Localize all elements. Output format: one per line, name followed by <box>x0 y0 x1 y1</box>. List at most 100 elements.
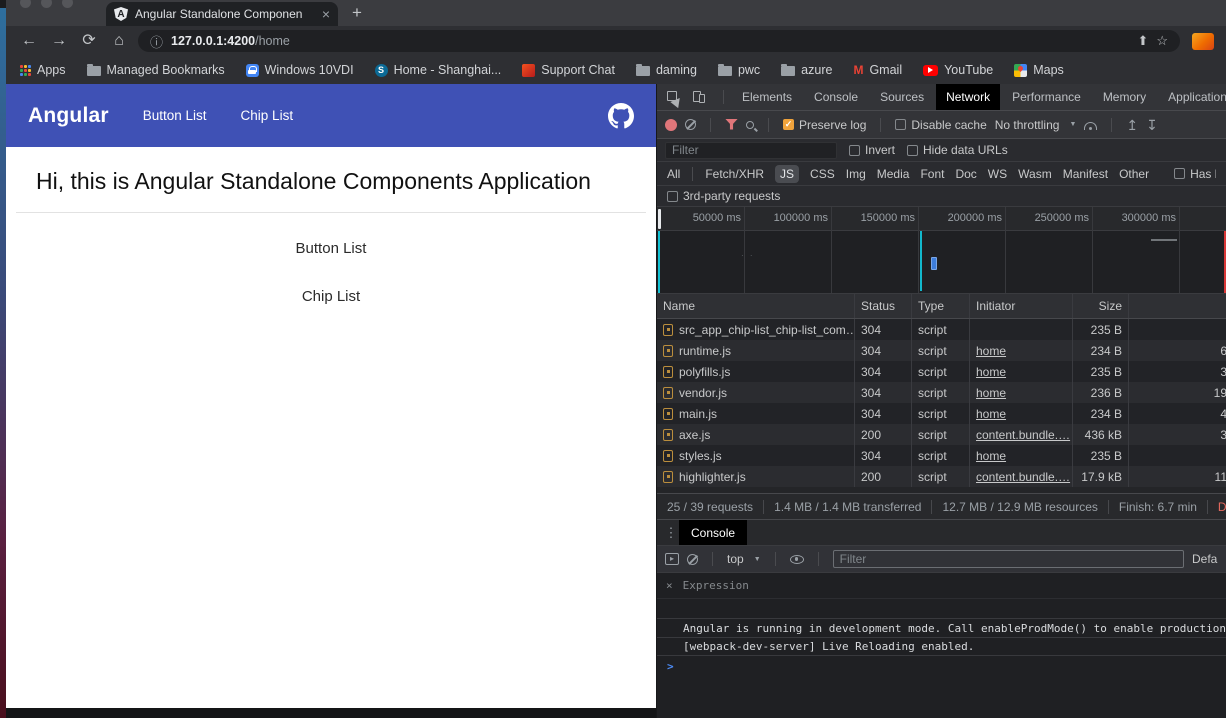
type-all[interactable]: All <box>667 167 680 181</box>
tab-console[interactable]: Console <box>804 84 868 110</box>
initiator-link[interactable]: home <box>976 386 1006 400</box>
tab-memory[interactable]: Memory <box>1093 84 1156 110</box>
device-toolbar-icon[interactable] <box>691 88 709 106</box>
timeline-drag-handle[interactable] <box>658 209 661 229</box>
type-fetch-xhr[interactable]: Fetch/XHR <box>705 167 764 181</box>
nav-chip-list[interactable]: Chip List <box>241 108 294 123</box>
table-row[interactable]: axe.js 200 script content.bundle.… 436 k… <box>657 424 1226 445</box>
initiator-link[interactable]: content.bundle.… <box>976 428 1070 442</box>
initiator-link[interactable]: home <box>976 365 1006 379</box>
table-row[interactable]: styles.js 304 script home 235 B 4 ms <box>657 445 1226 466</box>
back-icon[interactable]: ← <box>18 33 40 49</box>
preserve-log-checkbox[interactable]: ✓Preserve log <box>783 118 866 132</box>
search-icon[interactable] <box>746 121 754 129</box>
minimize-window-button[interactable] <box>41 0 52 8</box>
initiator-link[interactable]: home <box>976 449 1006 463</box>
console-sidebar-icon[interactable]: ▸ <box>665 553 679 565</box>
tab-network[interactable]: Network <box>936 84 1000 110</box>
column-size[interactable]: Size <box>1073 294 1129 318</box>
link-chip-list[interactable]: Chip List <box>6 288 656 305</box>
bookmark-daming[interactable]: daming <box>636 63 697 77</box>
has-blocked-cookies-checkbox[interactable]: Has blocked cookies <box>1174 167 1216 181</box>
bookmark-managed[interactable]: Managed Bookmarks <box>87 63 225 77</box>
export-har-icon[interactable]: ↧ <box>1146 118 1158 132</box>
clear-console-icon[interactable] <box>687 554 698 565</box>
type-js[interactable]: JS <box>775 165 799 183</box>
bookmark-youtube[interactable]: YouTube <box>923 63 993 77</box>
bookmark-apps[interactable]: Apps <box>20 63 66 77</box>
console-drawer-tab[interactable]: Console <box>679 520 747 545</box>
initiator-link[interactable]: home <box>976 407 1006 421</box>
column-time[interactable]: Time <box>1129 294 1226 318</box>
initiator-link[interactable]: content.bundle.… <box>976 470 1070 484</box>
disable-cache-checkbox[interactable]: Disable cache <box>895 118 986 132</box>
type-ws[interactable]: WS <box>988 167 1007 181</box>
table-row[interactable]: src_app_chip-list_chip-list_com… 304 scr… <box>657 319 1226 340</box>
type-other[interactable]: Other <box>1119 167 1149 181</box>
maximize-window-button[interactable] <box>62 0 73 8</box>
site-info-icon[interactable]: ⓘ <box>150 32 163 51</box>
log-levels-select[interactable]: Default levels <box>1192 552 1218 566</box>
github-icon[interactable] <box>608 103 634 129</box>
tab-close-icon[interactable]: × <box>322 6 330 22</box>
record-icon[interactable] <box>665 119 677 131</box>
type-media[interactable]: Media <box>877 167 910 181</box>
browser-tab[interactable]: A Angular Standalone Componen × <box>106 2 338 26</box>
table-row[interactable]: polyfills.js 304 script home 235 B 33 ms <box>657 361 1226 382</box>
tab-performance[interactable]: Performance <box>1002 84 1091 110</box>
column-status[interactable]: Status <box>855 294 912 318</box>
network-conditions-icon[interactable] <box>1084 122 1097 130</box>
bookmark-support-chat[interactable]: Support Chat <box>522 63 615 77</box>
live-expression-eye-icon[interactable] <box>790 555 804 564</box>
bookmark-windows-10vdi[interactable]: Windows 10VDI <box>246 63 354 77</box>
console-prompt[interactable]: > <box>657 656 1226 676</box>
clear-network-icon[interactable] <box>685 119 696 130</box>
table-row[interactable]: vendor.js 304 script home 236 B 197 ms <box>657 382 1226 403</box>
forward-icon[interactable]: → <box>48 33 70 49</box>
bookmark-home-shanghai[interactable]: SHome - Shanghai... <box>375 63 502 77</box>
bookmark-azure[interactable]: azure <box>781 63 832 77</box>
import-har-icon[interactable]: ↥ <box>1126 118 1138 132</box>
nav-button-list[interactable]: Button List <box>143 108 207 123</box>
network-overview-timeline[interactable]: 50000 ms 100000 ms 150000 ms 200000 ms 2… <box>657 207 1226 294</box>
url-input[interactable]: ⓘ 127.0.0.1:4200/home ⬆ ☆ <box>138 30 1180 52</box>
close-window-button[interactable] <box>20 0 31 8</box>
inspect-element-icon[interactable] <box>665 88 683 106</box>
type-manifest[interactable]: Manifest <box>1063 167 1108 181</box>
bookmark-pwc[interactable]: pwc <box>718 63 760 77</box>
console-filter-input[interactable] <box>833 550 1184 568</box>
table-row[interactable]: highlighter.js 200 script content.bundle… <box>657 466 1226 487</box>
type-font[interactable]: Font <box>920 167 944 181</box>
table-row[interactable]: main.js 304 script home 234 B 44 ms <box>657 403 1226 424</box>
bookmark-star-icon[interactable]: ☆ <box>1156 33 1168 49</box>
bookmark-maps[interactable]: Maps <box>1014 63 1064 77</box>
table-row[interactable]: runtime.js 304 script home 234 B 62 ms <box>657 340 1226 361</box>
type-wasm[interactable]: Wasm <box>1018 167 1052 181</box>
extension-icon[interactable] <box>1192 33 1214 50</box>
tab-sources[interactable]: Sources <box>870 84 934 110</box>
initiator-link[interactable]: home <box>976 344 1006 358</box>
column-type[interactable]: Type <box>912 294 970 318</box>
hide-data-urls-checkbox[interactable]: Hide data URLs <box>907 143 1008 157</box>
link-button-list[interactable]: Button List <box>6 240 656 257</box>
reload-icon[interactable]: ⟳ <box>78 33 100 49</box>
context-select[interactable]: top▼ <box>727 552 761 566</box>
column-initiator[interactable]: Initiator <box>970 294 1073 318</box>
share-icon[interactable]: ⬆ <box>1137 33 1148 49</box>
remove-expression-icon[interactable]: × <box>666 579 673 592</box>
home-icon[interactable]: ⌂ <box>108 33 130 49</box>
type-img[interactable]: Img <box>846 167 866 181</box>
type-css[interactable]: CSS <box>810 167 835 181</box>
more-options-icon[interactable]: ⋮ <box>663 525 679 541</box>
invert-checkbox[interactable]: Invert <box>849 143 895 157</box>
throttling-select[interactable]: No throttling▼ <box>995 118 1077 132</box>
column-name[interactable]: Name <box>657 294 855 318</box>
live-expression-row[interactable]: × Expression <box>657 573 1226 599</box>
network-filter-input[interactable] <box>665 142 837 159</box>
filter-funnel-icon[interactable] <box>725 119 738 131</box>
bookmark-gmail[interactable]: MGmail <box>853 63 902 77</box>
type-doc[interactable]: Doc <box>955 167 976 181</box>
tab-application[interactable]: Application <box>1158 84 1226 110</box>
new-tab-button[interactable]: + <box>352 3 362 23</box>
third-party-checkbox[interactable]: 3rd-party requests <box>667 189 780 203</box>
